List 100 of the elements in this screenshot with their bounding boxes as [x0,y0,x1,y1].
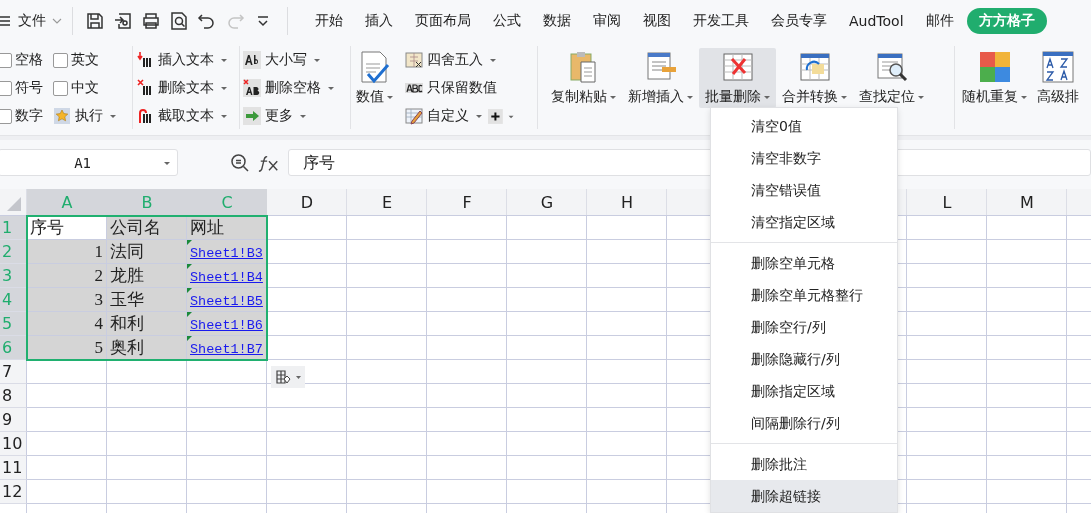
tool-button[interactable]: 随机重复 [960,48,1029,108]
column-header[interactable]: G [507,189,587,215]
menu-item[interactable]: 清空0值 [711,110,897,142]
menu-item[interactable]: 删除空单元格 [711,247,897,279]
row-header[interactable]: 12 [0,480,27,504]
table-cell: 奥利 [107,336,187,360]
ribbon-tab[interactable]: 视图 [632,8,682,34]
table-cell: 法同 [107,240,187,264]
row-header[interactable]: 11 [0,456,27,480]
color-squares-icon [977,50,1012,84]
column-header[interactable]: E [347,189,427,215]
menu-item[interactable]: 删除空单元格整行 [711,279,897,311]
ribbon-tab[interactable]: AudTool [838,9,915,33]
number-tool-button[interactable]: 自定义 [405,102,482,130]
ribbon-tab[interactable]: 开始 [304,8,354,34]
delete-text-icon [136,79,154,97]
table-cell: 龙胜 [107,264,187,288]
row-header[interactable]: 9 [0,408,27,432]
ribbon-tab[interactable]: 开发工具 [682,8,760,34]
menu-item[interactable]: 清空错误值 [711,174,897,206]
hyperlink-cell[interactable]: Sheet1!B4 [187,264,267,288]
batch-tool-button[interactable]: 新增插入 [622,48,699,108]
print-preview-icon[interactable] [169,11,189,31]
option-checkbox[interactable]: 英文 [53,46,129,74]
file-menu-button[interactable]: 文件 [0,12,62,30]
table-cell: 3 [27,288,107,312]
table-icon [797,50,832,84]
execute-button[interactable]: 执行 [53,102,129,130]
option-checkbox[interactable]: 符号 [0,74,53,102]
menu-item[interactable]: 清空指定区域 [711,206,897,238]
text-tool-button[interactable]: 删除空格 [243,74,347,102]
ribbon-tab[interactable]: 邮件 [914,8,965,34]
column-header[interactable]: H [587,189,667,215]
table-cell: 1 [27,240,107,264]
table-cell: 5 [27,336,107,360]
ribbon-tab[interactable]: 公式 [482,8,532,34]
batch-tool-button[interactable]: 查找定位 [853,48,930,108]
column-header[interactable]: M [987,189,1067,215]
text-tool-button[interactable]: 大小写 [243,46,347,74]
text-tool-button[interactable]: 截取文本 [136,102,236,130]
tool-button[interactable]: 高级排 [1035,48,1081,108]
text-tool-button[interactable]: 插入文本 [136,46,236,74]
table-cell: 2 [27,264,107,288]
menu-item[interactable]: 删除空行/列 [711,311,897,343]
table-cell: 4 [27,312,107,336]
ribbon-tab[interactable]: 会员专享 [760,8,838,34]
column-header[interactable]: F [427,189,507,215]
letters-icon [243,51,261,69]
table-icon [405,51,423,69]
row-header[interactable]: 7 [0,360,27,384]
insert-text-icon [136,51,154,69]
option-checkbox[interactable]: 中文 [53,74,129,102]
name-box[interactable]: A1 [0,149,178,176]
menu-item[interactable]: 删除指定区域 [711,375,897,407]
option-checkbox[interactable]: 数字 [0,102,53,130]
hyperlink-cell[interactable]: Sheet1!B5 [187,288,267,312]
export-icon[interactable] [113,11,133,31]
table-cell: 玉华 [107,288,187,312]
number-button[interactable]: 数值 [354,48,395,108]
zoom-icon[interactable] [230,152,250,173]
print-icon[interactable] [141,11,161,31]
extract-text-icon [136,107,154,125]
ribbon-tab[interactable]: 插入 [354,8,404,34]
table-cell: 公司名 [107,216,187,240]
hyperlink-cell[interactable]: Sheet1!B6 [187,312,267,336]
menu-icon [0,13,12,29]
ribbon-tab[interactable]: 数据 [532,8,582,34]
save-icon[interactable] [85,11,105,31]
hyperlink-cell[interactable]: Sheet1!B7 [187,336,267,360]
star-icon [53,107,71,125]
row-header[interactable]: 10 [0,432,27,456]
pencil-icon [405,107,423,125]
table-cell: 和利 [107,312,187,336]
text-tool-button[interactable]: 更多 [243,102,347,130]
caret-icon [52,16,62,26]
undo-icon[interactable] [197,11,217,31]
delete-space-icon [243,79,261,97]
batch-tool-button[interactable]: 复制粘贴 [545,48,622,108]
menu-item[interactable]: 删除超链接 [711,480,897,512]
paste-options-icon[interactable] [270,366,306,388]
table-cell: 网址 [187,216,267,240]
ribbon-tab[interactable]: 审阅 [582,8,632,34]
menu-item[interactable]: 间隔删除行/列 [711,407,897,439]
number-tool-button[interactable]: 四舍五入 [405,46,496,74]
text-tool-button[interactable]: 删除文本 [136,74,236,102]
add-icon[interactable] [488,108,516,124]
column-header[interactable]: L [907,189,987,215]
batch-tool-button[interactable]: 合并转换 [776,48,853,108]
hyperlink-cell[interactable]: Sheet1!B3 [187,240,267,264]
batch-tool-button[interactable]: 批量删除 [699,48,776,108]
delete-table-icon [720,50,755,84]
menu-item[interactable]: 删除隐藏行/列 [711,343,897,375]
column-header[interactable]: D [267,189,347,215]
row-header[interactable]: 8 [0,384,27,408]
magnifier-icon [874,50,909,84]
number-tool-button[interactable]: 只保留数值 [405,74,497,102]
sort-icon [1041,50,1075,84]
menu-item[interactable]: 删除批注 [711,448,897,480]
ribbon-tab[interactable]: 页面布局 [404,8,482,34]
option-checkbox[interactable]: 空格 [0,46,53,74]
